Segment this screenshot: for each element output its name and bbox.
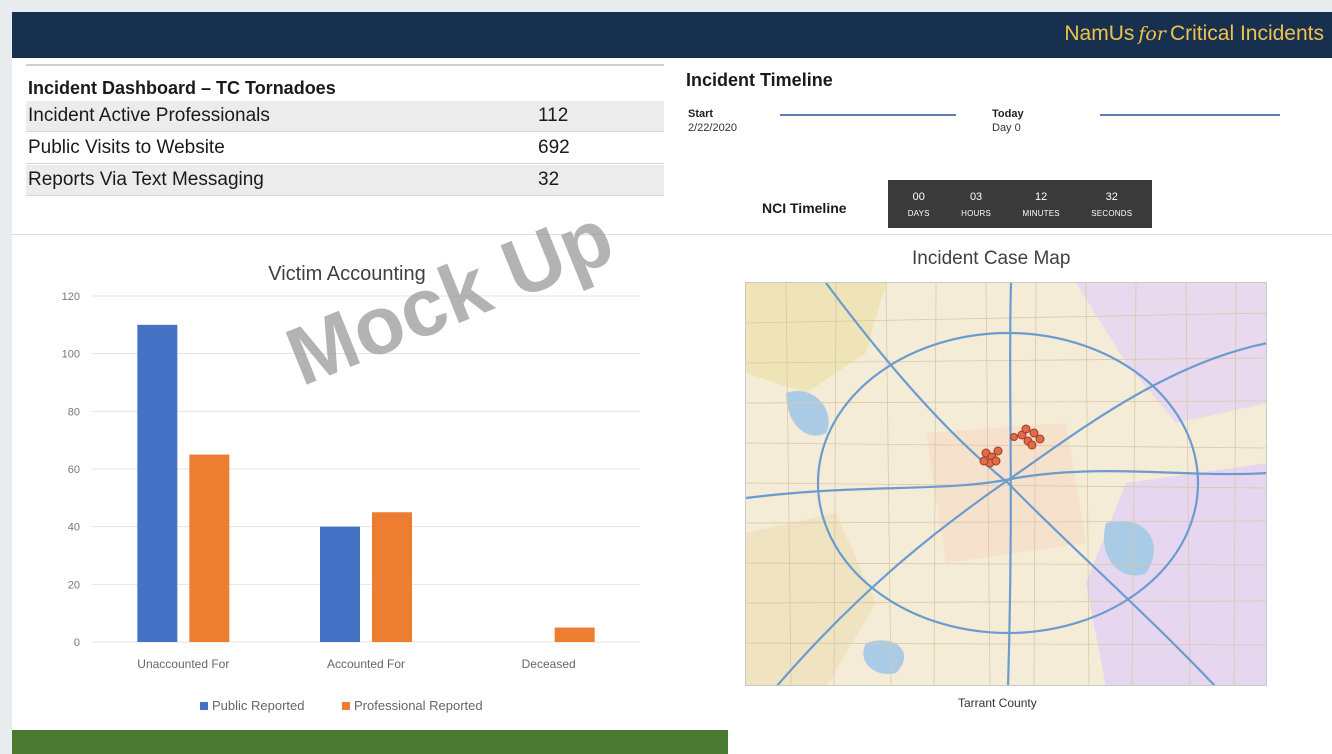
section-divider [12,234,1332,235]
y-tick-label: 100 [62,349,80,361]
timeline-start-label: Start [688,108,714,120]
brand-suffix: Critical Incidents [1169,22,1324,45]
legend-label: Public Reported [212,698,305,713]
countdown-unit: DAYS [907,208,930,218]
stat-row: Reports Via Text Messaging 32 [26,164,664,196]
stat-row: Incident Active Professionals 112 [26,100,664,132]
countdown-unit: MINUTES [1022,208,1060,218]
countdown-value: 12 [1035,190,1048,203]
bar-public-reported [137,324,178,642]
bar-professional-reported [372,512,412,642]
stat-label: Incident Active Professionals [28,105,270,126]
timeline-line [780,114,956,116]
stat-value: 692 [538,137,570,158]
y-tick-label: 40 [68,522,80,534]
x-tick-label: Accounted For [327,657,405,671]
map-caption: Tarrant County [958,696,1037,710]
bar-professional-reported [554,627,595,642]
dashboard-title: Incident Dashboard – TC Tornadoes [26,64,664,100]
legend-swatch [342,702,350,710]
brand-logo: NamUs for Critical Incidents [1064,22,1324,46]
y-tick-label: 60 [68,464,80,476]
stat-label: Public Visits to Website [28,137,225,158]
timeline-today-label: Today [992,108,1024,120]
map-region [926,423,1086,563]
timeline-today-day: Day 0 [992,122,1021,134]
nci-countdown: 00 DAYS 03 HOURS 12 MINUTES 32 SECONDS [888,180,1152,228]
y-tick-label: 80 [68,406,80,418]
y-tick-label: 0 [74,637,80,649]
y-tick-label: 120 [62,291,80,303]
stat-value: 112 [538,105,569,126]
countdown-days: 00 DAYS [908,191,930,218]
legend-swatch [200,702,208,710]
header-bar: NamUs for Critical Incidents [12,12,1332,58]
timeline-start-date: 2/22/2020 [688,122,737,134]
incident-case-map[interactable] [745,282,1267,686]
countdown-value: 32 [1105,190,1118,203]
stat-row: Public Visits to Website 692 [26,132,664,164]
countdown-unit: HOURS [961,208,992,218]
stat-label: Reports Via Text Messaging [28,169,264,190]
countdown-hours: 03 HOURS [961,191,991,218]
timeline-title: Incident Timeline [686,70,833,90]
countdown-unit: SECONDS [1091,208,1133,218]
dashboard-frame: NamUs for Critical Incidents Incident Dash… [12,12,1332,754]
stat-value: 32 [538,169,560,190]
bar-public-reported [320,526,360,642]
x-tick-label: Unaccounted For [137,657,229,671]
x-tick-label: Deceased [522,657,576,671]
incident-dashboard-table: Incident Dashboard – TC Tornadoes Incide… [26,64,664,196]
legend-label: Professional Reported [354,698,483,713]
countdown-value: 00 [912,190,925,203]
countdown-minutes: 12 MINUTES [1022,191,1059,218]
map-svg [746,283,1266,685]
countdown-value: 03 [969,190,983,203]
footer-bar [12,730,728,754]
timeline-line [1100,114,1280,116]
brand-for: for [1138,23,1166,45]
nci-timeline-label: NCI Timeline [762,200,847,216]
map-title: Incident Case Map [912,248,1071,269]
y-tick-label: 20 [68,579,80,591]
brand-prefix: NamUs [1064,22,1135,45]
bar-professional-reported [189,454,230,642]
countdown-seconds: 32 SECONDS [1091,191,1132,218]
